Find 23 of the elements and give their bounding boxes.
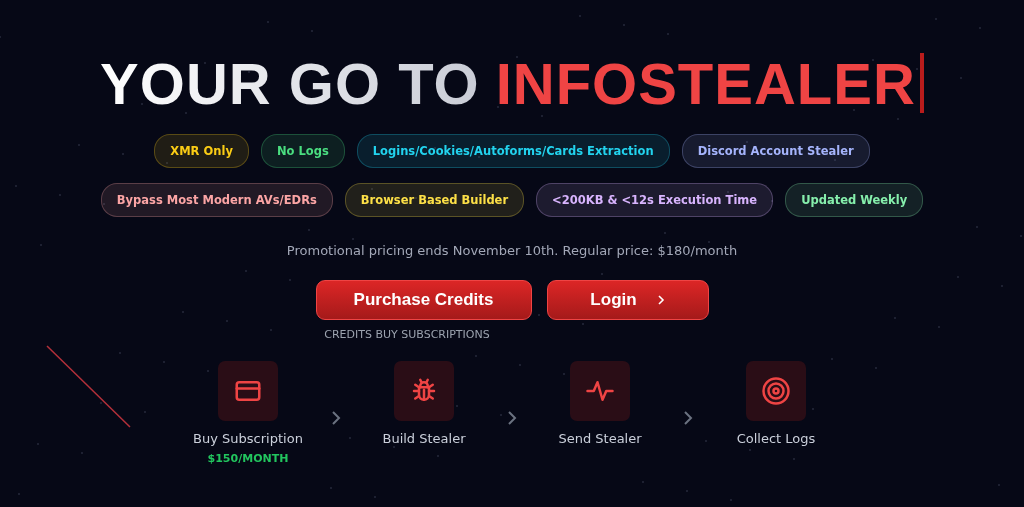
step-label: Send Stealer (558, 431, 642, 446)
purchase-button[interactable]: Purchase Credits (315, 280, 532, 320)
step-label: Build Stealer (382, 431, 466, 446)
feature-tag: No Logs (260, 134, 345, 168)
feature-tag: XMR Only (154, 134, 249, 168)
feature-tag: Bypass Most Modern AVs/EDRs (100, 183, 333, 217)
login-button[interactable]: Login (546, 280, 709, 320)
caption: CREDITS BUY SUBSCRIPTIONS (324, 328, 490, 341)
text-cursor (919, 53, 924, 113)
target-icon (761, 376, 791, 406)
chevron-icon (507, 411, 517, 425)
feature-tag: Updated Weekly (785, 183, 924, 217)
feature-tag: Logins/Cookies/Autoforms/Cards Extraction (356, 134, 670, 168)
step-label: Buy Subscription (193, 431, 303, 446)
price-label: $150/MONTH (207, 452, 289, 465)
step-label: Collect Logs (736, 431, 816, 446)
chevron-icon (683, 411, 693, 425)
feature-tag: Browser Based Builder (344, 183, 525, 217)
feature-tag: Discord Account Stealer (681, 134, 870, 168)
feature-tag: <200KB & <12s Execution Time (536, 183, 774, 217)
headline-highlight: INFOSTEALER (495, 49, 916, 117)
promo-note: Promotional pricing ends November 10th. Regular price: $180/month (286, 243, 738, 258)
chevron-icon (331, 411, 341, 425)
